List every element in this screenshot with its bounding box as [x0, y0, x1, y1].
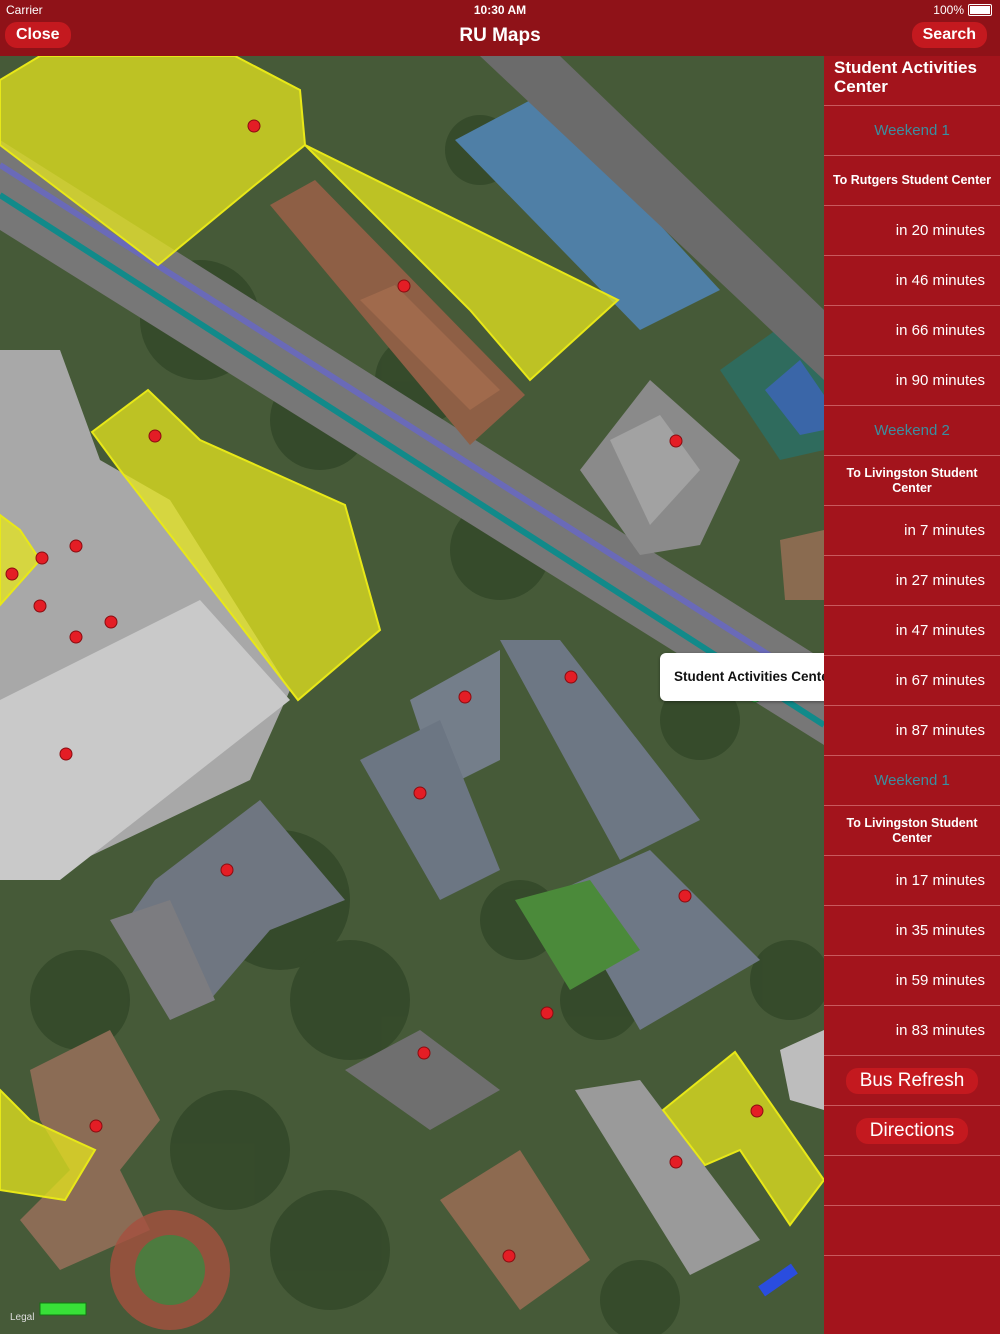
arrival-time: in 35 minutes: [824, 906, 1000, 956]
arrival-time: in 59 minutes: [824, 956, 1000, 1006]
empty-row: [824, 1206, 1000, 1256]
route-label: Weekend 1: [824, 106, 1000, 156]
battery-indicator: 100%: [933, 3, 992, 17]
arrival-time: in 87 minutes: [824, 706, 1000, 756]
arrival-time: in 17 minutes: [824, 856, 1000, 906]
arrival-time: in 90 minutes: [824, 356, 1000, 406]
arrival-time: in 66 minutes: [824, 306, 1000, 356]
status-bar: Carrier 10:30 AM 100%: [0, 0, 1000, 20]
bus-prediction-panel: Student Activities Center Weekend 1 To R…: [824, 56, 1000, 1334]
stop-title: Student Activities Center: [824, 56, 1000, 106]
arrival-time: in 7 minutes: [824, 506, 1000, 556]
route-label: Weekend 2: [824, 406, 1000, 456]
search-button[interactable]: Search: [911, 22, 987, 48]
empty-row: [824, 1156, 1000, 1206]
arrival-time: in 20 minutes: [824, 206, 1000, 256]
route-label: Weekend 1: [824, 756, 1000, 806]
directions-button[interactable]: Directions: [855, 1117, 969, 1144]
bus-refresh-row: Bus Refresh: [824, 1056, 1000, 1106]
satellite-map[interactable]: Student Activities Center Legal: [0, 56, 824, 1334]
arrival-time: in 46 minutes: [824, 256, 1000, 306]
legal-link[interactable]: Legal: [10, 1312, 34, 1323]
map-callout[interactable]: Student Activities Center: [660, 653, 824, 701]
arrival-time: in 67 minutes: [824, 656, 1000, 706]
bus-refresh-button[interactable]: Bus Refresh: [845, 1067, 979, 1094]
destination-label: To Livingston Student Center: [824, 456, 1000, 506]
page-title: RU Maps: [459, 25, 541, 46]
navigation-bar: Close RU Maps Search: [0, 20, 1000, 56]
destination-label: To Rutgers Student Center: [824, 156, 1000, 206]
arrival-time: in 47 minutes: [824, 606, 1000, 656]
arrival-time: in 83 minutes: [824, 1006, 1000, 1056]
arrival-time: in 27 minutes: [824, 556, 1000, 606]
directions-row: Directions: [824, 1106, 1000, 1156]
battery-percent: 100%: [933, 3, 964, 17]
battery-icon: [968, 4, 992, 16]
destination-label: To Livingston Student Center: [824, 806, 1000, 856]
clock: 10:30 AM: [473, 3, 527, 17]
